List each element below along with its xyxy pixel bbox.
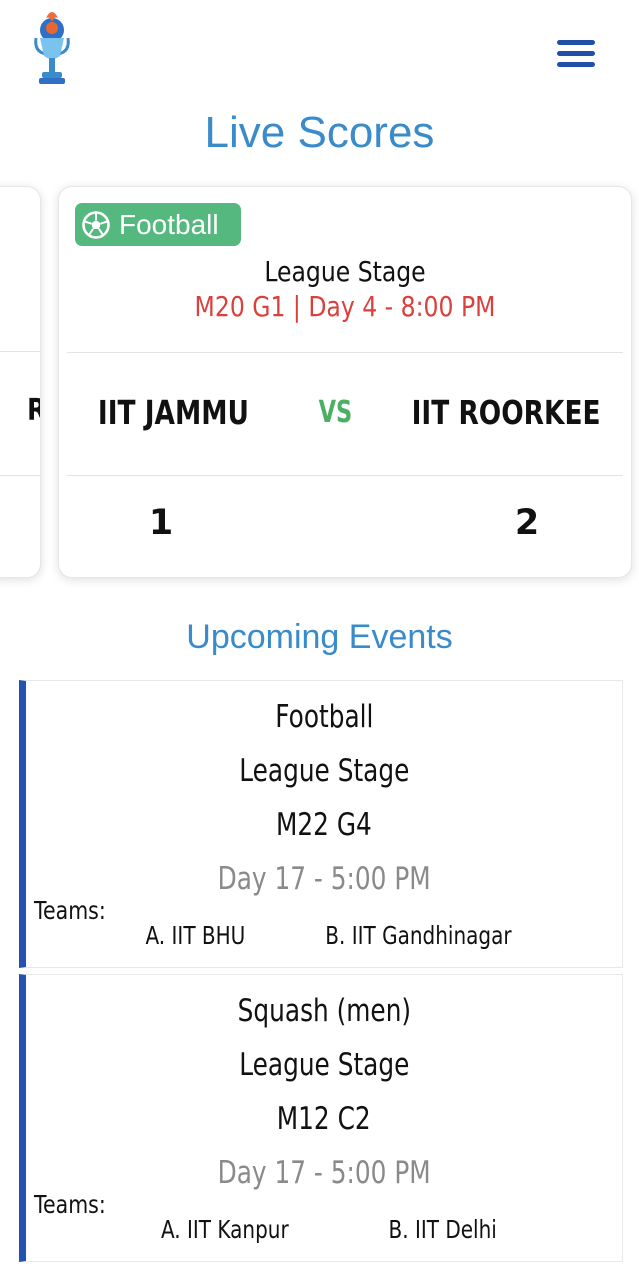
divider <box>67 352 623 353</box>
event-time: Day 17 - 5:00 PM <box>217 1155 431 1191</box>
trophy-logo-icon[interactable] <box>30 8 74 88</box>
team-name-fragment: R <box>27 393 40 428</box>
upcoming-event-card[interactable]: Football League Stage M22 G4 Day 17 - 5:… <box>19 680 623 968</box>
upcoming-events-title: Upcoming Events <box>186 618 453 656</box>
divider <box>0 475 40 476</box>
match-time: M20 G1 | Day 4 - 8:00 PM <box>194 290 496 323</box>
live-score-card[interactable]: Football League Stage M20 G1 | Day 4 - 8… <box>58 186 632 578</box>
football-icon <box>82 210 110 239</box>
event-sport: Football <box>274 699 374 735</box>
previous-score-card[interactable]: R <box>0 186 41 578</box>
match-stage: League Stage <box>264 255 426 288</box>
event-match-code: M22 G4 <box>276 807 372 843</box>
sport-label: Football <box>119 208 219 240</box>
event-stage: League Stage <box>238 753 410 789</box>
divider <box>0 351 40 352</box>
upcoming-event-card[interactable]: Squash (men) League Stage M12 C2 Day 17 … <box>19 974 623 1262</box>
event-match-code: M12 C2 <box>277 1101 371 1137</box>
divider <box>67 475 623 476</box>
event-stage: League Stage <box>238 1047 410 1083</box>
hamburger-menu-icon[interactable] <box>557 40 595 74</box>
live-scores-title: Live Scores <box>204 108 435 157</box>
event-sport: Squash (men) <box>237 993 411 1029</box>
teams-label: Teams: <box>34 896 106 925</box>
event-time: Day 17 - 5:00 PM <box>217 861 431 897</box>
teams-label: Teams: <box>34 1190 106 1219</box>
sport-badge: Football <box>75 203 241 246</box>
